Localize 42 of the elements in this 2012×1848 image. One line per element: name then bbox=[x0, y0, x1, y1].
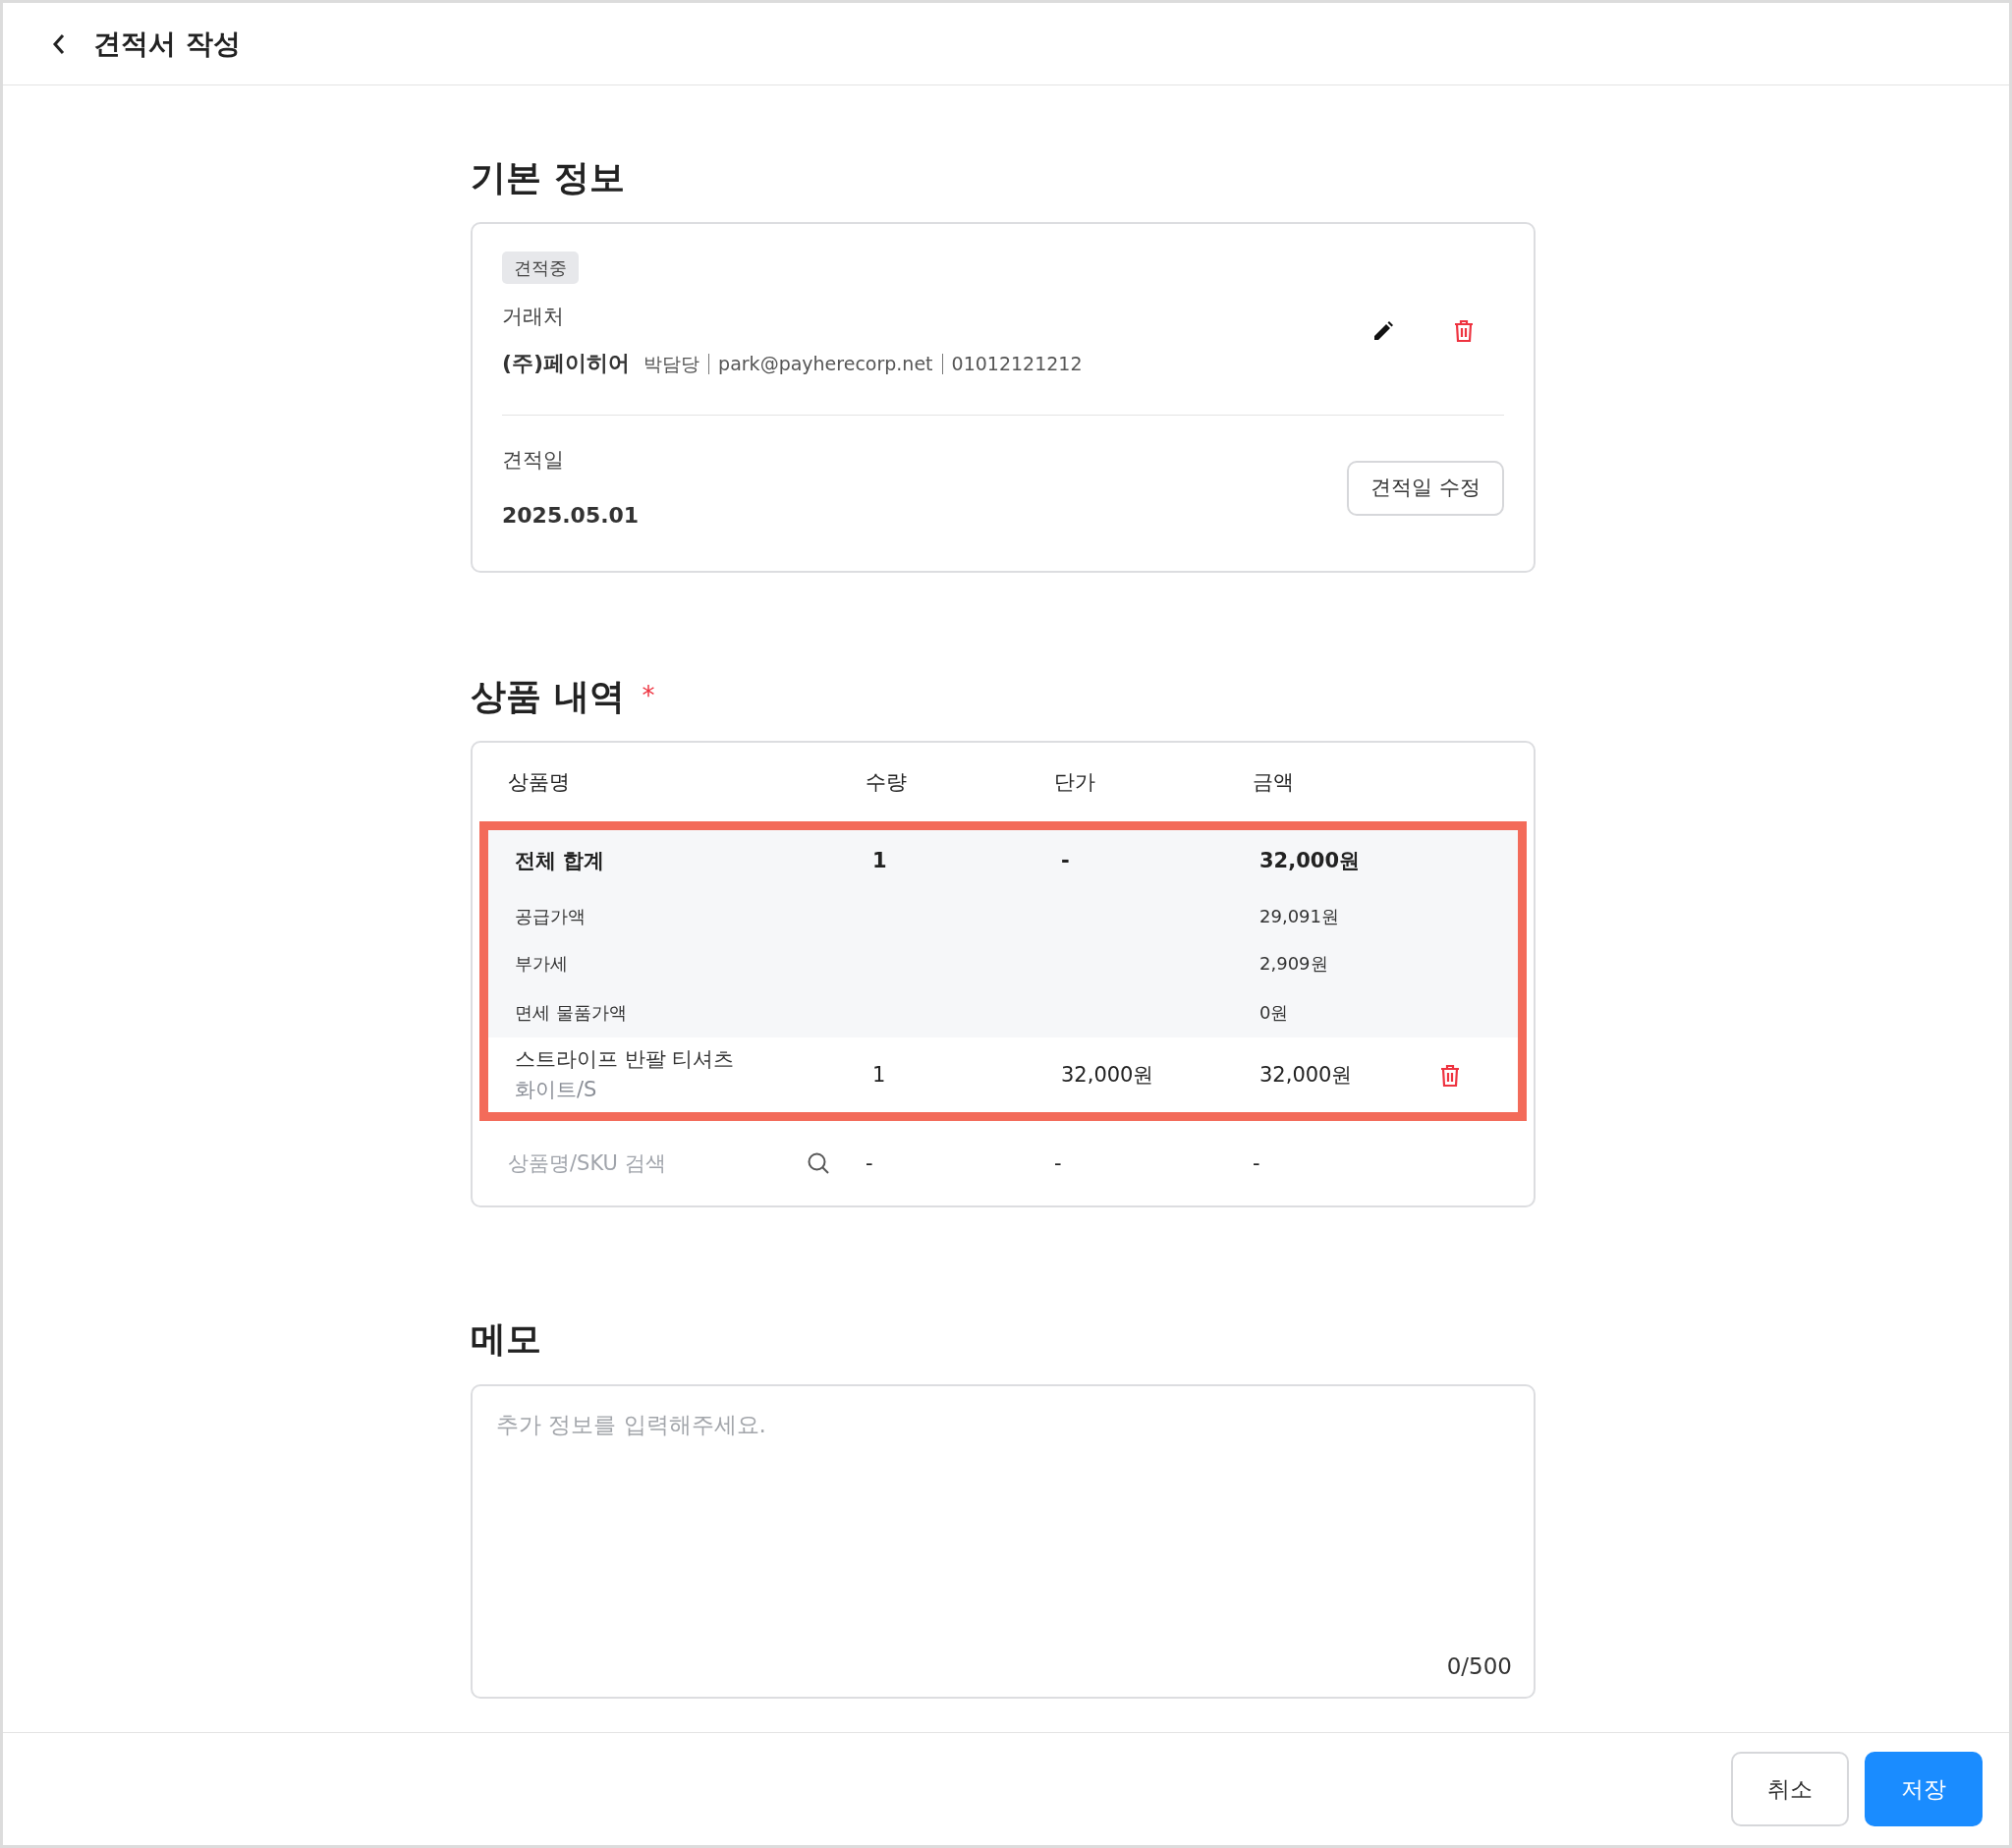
client-contact: 박담당 park@payherecorp.net 01012121212 bbox=[643, 351, 1083, 376]
required-mark: * bbox=[642, 680, 655, 713]
table-cell-text: 면세 물품가액 bbox=[515, 1000, 628, 1025]
table-cell-text: 32,000원 bbox=[1259, 1061, 1354, 1089]
table-cell-text: 1 bbox=[872, 1061, 887, 1089]
table-cell-text: 32,000원 bbox=[1259, 848, 1362, 875]
column-header: 금액 bbox=[1253, 768, 1295, 796]
product-name: 스트라이프 반팔 티셔츠 bbox=[515, 1045, 736, 1073]
table-cell-text: - bbox=[866, 1149, 874, 1177]
table-cell-text: 공급가액 bbox=[515, 904, 587, 928]
back-icon[interactable] bbox=[52, 32, 66, 55]
table-cell-text: 32,000원 bbox=[1061, 1061, 1155, 1089]
field-label: 거래처 bbox=[502, 304, 565, 331]
product-option: 화이트/S bbox=[515, 1075, 872, 1106]
search-icon[interactable] bbox=[807, 1151, 830, 1176]
trash-icon[interactable] bbox=[1439, 1063, 1461, 1088]
character-counter: 0/500 bbox=[1446, 1652, 1512, 1682]
edit-icon[interactable] bbox=[1372, 320, 1394, 343]
section-title: 상품 내역 bbox=[471, 675, 625, 718]
table-cell-text: 부가세 bbox=[515, 951, 569, 976]
quote-date: 2025.05.01 bbox=[502, 502, 640, 531]
field-label: 견적일 bbox=[502, 446, 565, 474]
table-cell-text: - bbox=[1061, 848, 1071, 875]
table-cell-text: 29,091원 bbox=[1259, 904, 1340, 928]
status-badge: 견적중 bbox=[502, 252, 579, 285]
column-header: 수량 bbox=[866, 768, 908, 796]
cancel-button[interactable]: 취소 bbox=[1731, 1752, 1849, 1826]
table-cell-text: - bbox=[1253, 1149, 1261, 1177]
edit-date-button[interactable]: 견적일 수정 bbox=[1347, 461, 1504, 516]
table-cell-text: - bbox=[1054, 1149, 1063, 1177]
client-name: (주)페이히어 bbox=[502, 349, 631, 377]
page-title: 견적서 작성 bbox=[93, 26, 241, 62]
trash-icon[interactable] bbox=[1453, 319, 1475, 344]
section-title: 메모 bbox=[471, 1317, 542, 1361]
section-title: 기본 정보 bbox=[471, 156, 626, 199]
column-header: 단가 bbox=[1054, 768, 1096, 796]
search-placeholder: 상품명/SKU 검색 bbox=[508, 1149, 666, 1177]
column-header: 상품명 bbox=[508, 768, 571, 796]
table-cell-text: 0원 bbox=[1259, 1000, 1290, 1025]
table-cell-text: 1 bbox=[872, 848, 888, 875]
table-cell-text: 전체 합계 bbox=[515, 848, 606, 875]
table-cell-text: 2,909원 bbox=[1259, 951, 1329, 976]
